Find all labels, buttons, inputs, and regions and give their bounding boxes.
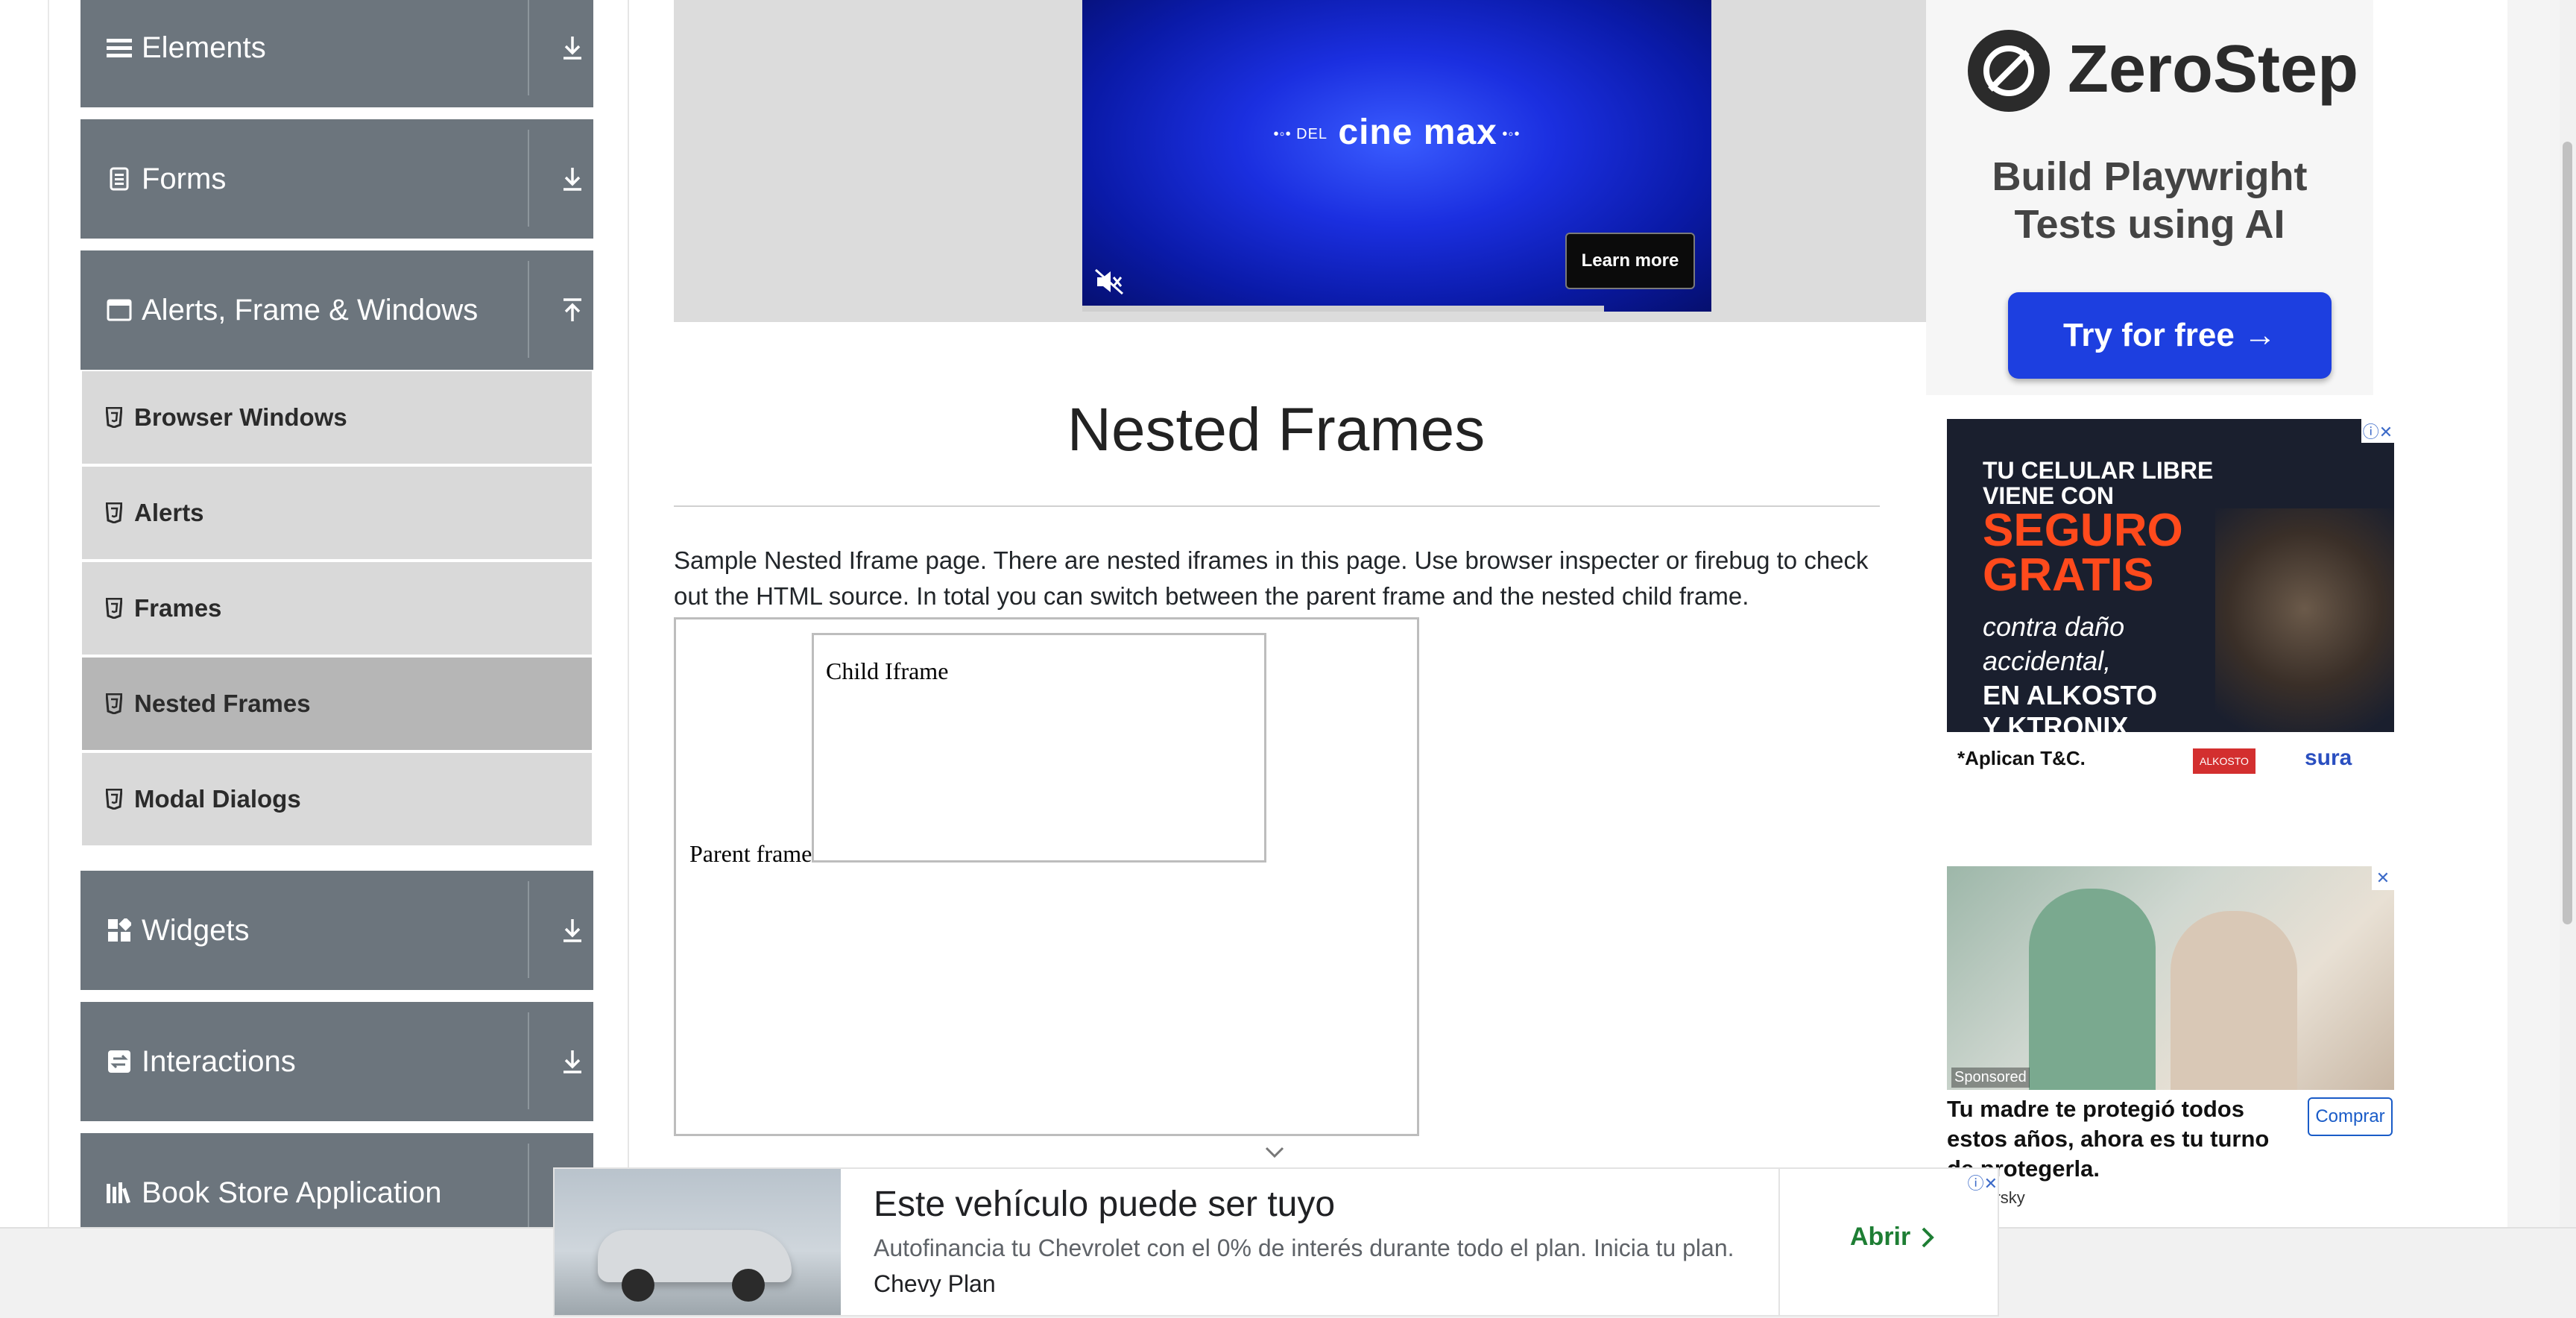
download-icon[interactable] <box>552 0 593 107</box>
sidebar-item-label: Modal Dialogs <box>134 785 301 813</box>
banner-brand: Chevy Plan <box>874 1270 996 1297</box>
sidebar-group-label: Book Store Application <box>142 1176 442 1209</box>
person-image <box>2029 889 2156 1090</box>
sidebar-group-forms[interactable]: Forms <box>80 119 593 239</box>
separator <box>528 1144 529 1240</box>
books-icon <box>106 1179 133 1206</box>
ad-photo <box>1947 866 2394 1090</box>
ad-footnote: *Aplican T&C. <box>1957 747 2086 769</box>
sidebar-group-alerts-frame-windows[interactable]: Alerts, Frame & Windows <box>80 250 593 370</box>
sidebar-group-label: Widgets <box>142 913 250 947</box>
sidebar-item-alerts[interactable]: Alerts <box>82 467 592 559</box>
download-icon[interactable] <box>552 119 593 239</box>
grid-icon <box>106 917 133 944</box>
separator <box>1778 1169 1780 1315</box>
zerostep-logo-icon <box>1968 30 2050 112</box>
video-progress-bar[interactable] <box>1082 306 1604 312</box>
sponsored-label: Sponsored <box>1951 1068 2030 1088</box>
ad-text: contra daño <box>1983 611 2125 642</box>
html5-icon <box>104 788 124 810</box>
adchoices-close-icon[interactable]: ⓘ✕ <box>2361 419 2394 443</box>
child-iframe[interactable]: Child Iframe <box>812 633 1266 863</box>
ad-text: TU CELULAR LIBRE VIENE CON <box>1983 457 2214 509</box>
abrir-label: Abrir <box>1850 1223 1911 1251</box>
separator <box>528 1012 529 1109</box>
zerostep-tagline: Build Playwright Tests using AI <box>1992 154 2308 247</box>
html5-icon <box>104 693 124 715</box>
alkosto-logo-icon: ALKOSTO <box>2193 748 2255 774</box>
try-for-free-button[interactable]: Try for free → <box>2008 292 2332 379</box>
swap-icon <box>106 1048 133 1075</box>
right-gutter <box>2507 0 2560 1227</box>
sura-logo: sura <box>2305 745 2352 770</box>
comprar-button[interactable]: Comprar <box>2308 1097 2393 1136</box>
title-divider <box>674 505 1880 507</box>
separator <box>528 130 529 227</box>
bottom-banner-ad[interactable]: Este vehículo puede ser tuyo Autofinanci… <box>553 1167 1999 1317</box>
sidebar-item-nested-frames[interactable]: Nested Frames <box>82 658 592 750</box>
hamburger-icon <box>106 34 133 61</box>
sidebar-group-label: Interactions <box>142 1044 296 1078</box>
ad-text: accidental, <box>1983 646 2112 676</box>
ad-footer: *Aplican T&C. ALKOSTO sura <box>1947 732 2394 792</box>
sidebar-group-label: Elements <box>142 31 266 64</box>
separator <box>528 881 529 978</box>
upload-icon[interactable] <box>552 250 593 370</box>
sidebar-group-widgets[interactable]: Widgets <box>80 871 593 990</box>
parent-frame-text: Parent frame <box>689 840 812 867</box>
sidebar-item-label: Browser Windows <box>134 403 347 431</box>
document-icon <box>106 165 133 192</box>
alkosto-ad[interactable]: TU CELULAR LIBRE VIENE CON SEGURO GRATIS… <box>1947 419 2394 792</box>
page-description: Sample Nested Iframe page. There are nes… <box>674 546 1869 610</box>
parent-iframe[interactable]: Child Iframe Parent frame <box>674 617 1419 1136</box>
html5-icon <box>104 502 124 524</box>
download-icon[interactable] <box>552 871 593 990</box>
content-divider <box>628 0 629 1227</box>
left-gutter <box>0 0 49 1227</box>
sidebar-item-browser-windows[interactable]: Browser Windows <box>82 371 592 464</box>
zerostep-name: ZeroStep <box>2068 32 2359 107</box>
sidebar-group-interactions[interactable]: Interactions <box>80 1002 593 1121</box>
protection-ad[interactable]: Sponsored Tu madre te protegió todos est… <box>1947 866 2394 1209</box>
sidebar-item-label: Alerts <box>134 499 204 526</box>
dog-image <box>2215 508 2394 732</box>
sidebar-group-label: Alerts, Frame & Windows <box>142 293 479 327</box>
person-image <box>2171 911 2297 1090</box>
adchoices-close-icon[interactable]: ⓘ✕ <box>1953 1170 1998 1194</box>
download-icon[interactable] <box>552 1002 593 1121</box>
separator <box>528 261 529 358</box>
sidebar-item-label: Frames <box>134 594 222 622</box>
chevron-down-icon[interactable] <box>1264 1144 1285 1161</box>
html5-icon <box>104 406 124 429</box>
window-icon <box>106 297 133 324</box>
sidebar-group-label: Forms <box>142 162 227 195</box>
video-ad[interactable]: •◦• DEL cine max •◦• Learn more <box>1082 0 1711 312</box>
mute-icon[interactable] <box>1094 268 1124 295</box>
zerostep-ad[interactable]: ZeroStep Build Playwright Tests using AI… <box>1926 0 2373 395</box>
sidebar-group-elements[interactable]: Elements <box>80 0 593 107</box>
child-iframe-text: Child Iframe <box>826 658 949 684</box>
page-title: Nested Frames <box>1067 396 1486 464</box>
car-image <box>555 1169 841 1315</box>
ad-headline: Tu madre te protegió todos estos años, a… <box>1947 1096 2270 1182</box>
abrir-button[interactable]: Abrir <box>1850 1223 1935 1252</box>
sidebar-item-modal-dialogs[interactable]: Modal Dialogs <box>82 753 592 845</box>
html5-icon <box>104 597 124 619</box>
ad-highlight: SEGURO GRATIS <box>1983 505 2183 601</box>
chevron-right-icon <box>1922 1227 1935 1247</box>
scrollbar[interactable] <box>2560 0 2576 1227</box>
banner-subtext: Autofinancia tu Chevrolet con el 0% de i… <box>874 1235 1734 1261</box>
video-ad-logo: •◦• DEL cine max •◦• <box>1273 113 1521 152</box>
scrollbar-thumb[interactable] <box>2563 142 2572 924</box>
sidebar-item-frames[interactable]: Frames <box>82 562 592 655</box>
sidebar-item-label: Nested Frames <box>134 690 311 717</box>
banner-headline: Este vehículo puede ser tuyo <box>874 1185 1336 1224</box>
ad-text: EN ALKOSTO <box>1983 680 2158 710</box>
separator <box>528 0 529 95</box>
close-icon[interactable]: ✕ <box>2372 866 2394 890</box>
learn-more-button[interactable]: Learn more <box>1565 233 1695 289</box>
